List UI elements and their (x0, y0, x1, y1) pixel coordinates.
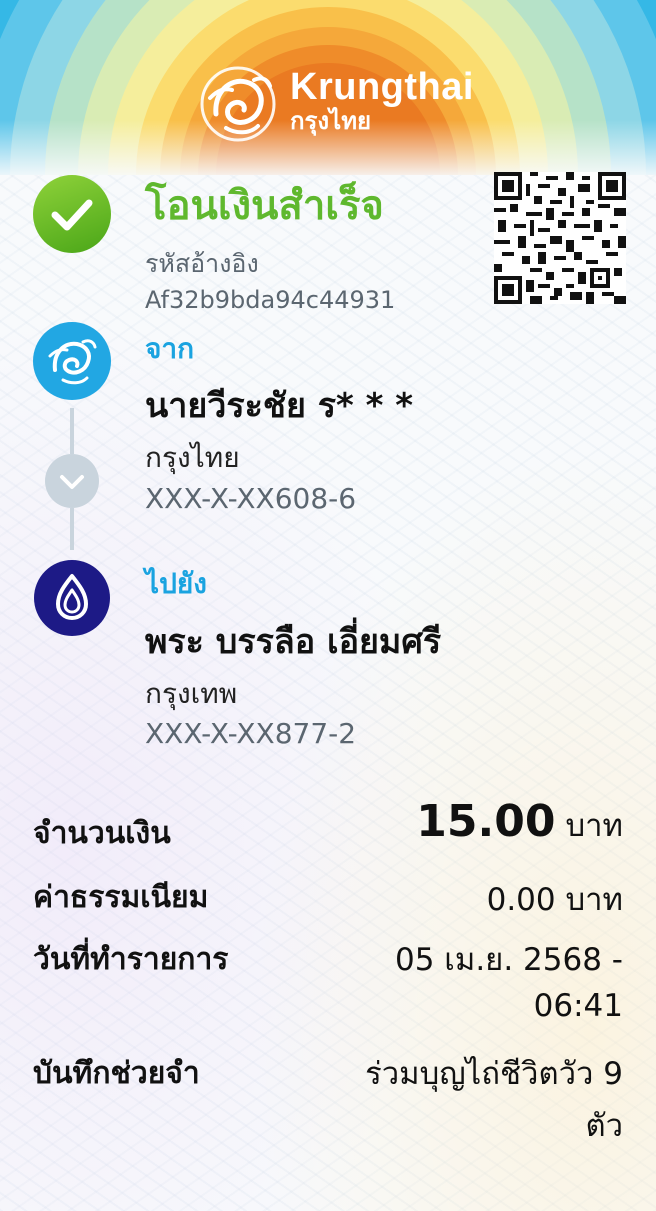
reference-label: รหัสอ้างอิง (145, 249, 259, 278)
krungthai-logo-icon (33, 322, 111, 400)
fee-label: ค่าธรรมเนียม (33, 880, 209, 915)
brand-logo: Krungthai กรุงไทย (196, 62, 473, 146)
fee-value: 0.00 บาท (486, 882, 623, 918)
memo-label: บันทึกช่วยจำ (33, 1056, 200, 1091)
recipient-name: พระ บรรลือ เอี่ยมศรี (145, 622, 442, 662)
status-title: โอนเงินสำเร็จ (145, 183, 384, 229)
sender-account: XXX-X-XX608-6 (145, 482, 357, 515)
amount-value: 15.00 (416, 796, 556, 847)
recipient-bank: กรุงเทพ (145, 677, 238, 710)
sender-bank: กรุงไทย (145, 441, 240, 474)
connector-line-top (70, 408, 74, 454)
recipient-account: XXX-X-XX877-2 (145, 717, 357, 750)
date-value-line2: 06:41 (533, 988, 623, 1024)
chevron-down-icon (45, 454, 99, 508)
date-value-line1: 05 เม.ย. 2568 - (395, 942, 623, 978)
amount-value-group: 15.00 บาท (416, 796, 623, 850)
brand-name-en: Krungthai (290, 66, 474, 108)
connector-line-bottom (70, 508, 74, 550)
to-label: ไปยัง (145, 567, 207, 600)
from-label: จาก (145, 332, 195, 365)
memo-value-line1: ร่วมบุญไถ่ชีวิตวัว 9 (365, 1056, 623, 1092)
qr-code[interactable] (494, 172, 626, 304)
header-banner: Krungthai กรุงไทย (0, 0, 656, 175)
reference-value: Af32b9bda94c44931 (145, 286, 396, 314)
success-check-icon (33, 175, 111, 253)
date-label: วันที่ทำรายการ (33, 942, 229, 977)
amount-unit: บาท (565, 808, 623, 844)
memo-value-line2: ตัว (585, 1108, 623, 1144)
bangkok-bank-logo-icon (34, 560, 110, 636)
brand-name-th: กรุงไทย (290, 108, 372, 135)
amount-label: จำนวนเงิน (33, 816, 171, 851)
krungthai-bird-icon (200, 66, 276, 142)
sender-name: นายวีระชัย ร* * * (145, 386, 413, 426)
